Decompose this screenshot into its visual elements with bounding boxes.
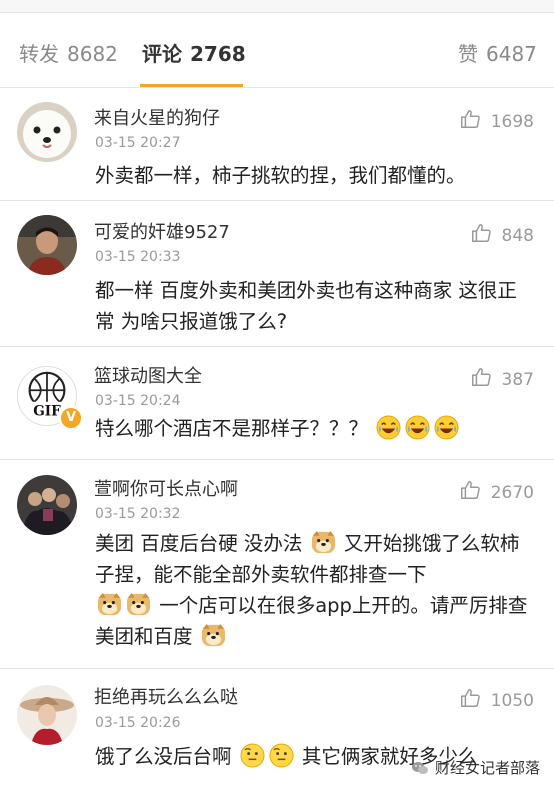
comment-text-part: 特么哪个酒店不是那样子？？？ <box>95 417 369 440</box>
comment-username[interactable]: 篮球动图大全 <box>94 362 202 388</box>
tab-repost-label: 转发 <box>19 42 59 66</box>
like-count: 387 <box>501 369 534 390</box>
comment-text: 美团 百度后台硬 没办法 又开始挑饿了么软柿子捏，能不能全部外卖软件都排查一下 … <box>95 528 535 652</box>
watermark-text: 财经女记者部落 <box>434 759 540 777</box>
group-photo-avatar[interactable] <box>17 475 77 535</box>
watermark: 财经女记者部落 <box>411 757 540 778</box>
status-strip <box>0 0 554 13</box>
comment-text-part: 美团 百度后台硬 没办法 <box>95 532 303 555</box>
tab-comment[interactable]: 评论 2768 <box>142 41 246 67</box>
comment-text: 特么哪个酒店不是那样子？？？ <box>95 413 535 444</box>
woman-hat-avatar[interactable] <box>17 685 77 745</box>
thinking-emoji <box>240 743 265 768</box>
comment-text-part: 饿了么没后台啊 <box>95 745 232 768</box>
comment-time: 03-15 20:24 <box>95 393 181 409</box>
like-count: 848 <box>501 225 534 246</box>
verified-badge: V <box>59 406 83 430</box>
laugh-cry-emoji <box>405 415 430 440</box>
comment-username[interactable]: 萱啊你可长点心啊 <box>94 475 238 501</box>
like-button[interactable]: 848 <box>470 222 534 249</box>
tab-comment-count: 2768 <box>190 42 246 66</box>
like-button[interactable]: 1698 <box>459 108 534 135</box>
comment-time: 03-15 20:33 <box>95 249 181 265</box>
comment-text: 外卖都一样，柿子挑软的捏，我们都懂的。 <box>95 164 466 187</box>
man-photo-avatar[interactable] <box>17 215 77 275</box>
tab-repost-count: 8682 <box>67 42 118 66</box>
comment-username[interactable]: 可爱的奸雄9527 <box>94 218 230 244</box>
doge-emoji <box>311 530 336 555</box>
comment-username[interactable]: 拒绝再玩么么么哒 <box>94 683 238 709</box>
thumbs-up-icon <box>459 479 481 506</box>
gif-label: GIF <box>33 403 61 419</box>
wechat-icon <box>411 759 429 777</box>
comment-username[interactable]: 来自火星的狗仔 <box>94 104 220 130</box>
comment-text-part: 一个店可以在很多app上开的。请严厉排查美团和百度 <box>95 594 528 648</box>
active-tab-indicator <box>140 84 243 87</box>
comment-item: 萱啊你可长点心啊 03-15 20:32 2670 美团 百度后台硬 没办法 又… <box>0 460 554 669</box>
comment-item: 来自火星的狗仔 03-15 20:27 1698 外卖都一样，柿子挑软的捏，我们… <box>0 88 554 201</box>
thumbs-up-icon <box>459 108 481 135</box>
like-button[interactable]: 1050 <box>459 687 534 714</box>
like-count: 1698 <box>490 111 534 132</box>
thumbs-up-icon <box>459 687 481 714</box>
like-button[interactable]: 387 <box>470 366 534 393</box>
comment-time: 03-15 20:32 <box>95 506 181 522</box>
comment-time: 03-15 20:27 <box>95 135 181 151</box>
tab-repost[interactable]: 转发 8682 <box>19 41 118 67</box>
white-dog-avatar[interactable] <box>17 102 77 162</box>
tab-bar: 转发 8682 评论 2768 赞 6487 <box>0 13 554 88</box>
like-count: 1050 <box>490 690 534 711</box>
laugh-cry-emoji <box>376 415 401 440</box>
tab-like-label: 赞 <box>458 42 478 66</box>
laugh-cry-emoji <box>434 415 459 440</box>
doge-emoji <box>126 592 151 617</box>
comment-text: 都一样 百度外卖和美团外卖也有这种商家 这很正常 为啥只报道饿了么? <box>95 279 517 333</box>
like-count: 2670 <box>490 482 534 503</box>
tab-comment-label: 评论 <box>142 42 182 66</box>
tab-like[interactable]: 赞 6487 <box>458 41 537 67</box>
thumbs-up-icon <box>470 366 492 393</box>
thinking-emoji <box>269 743 294 768</box>
comment-item: GIF V 篮球动图大全 03-15 20:24 387 特么哪个酒店不是那样子… <box>0 347 554 460</box>
like-button[interactable]: 2670 <box>459 479 534 506</box>
comment-time: 03-15 20:26 <box>95 715 181 731</box>
comment-item: 可爱的奸雄9527 03-15 20:33 848 都一样 百度外卖和美团外卖也… <box>0 201 554 347</box>
tab-like-count: 6487 <box>486 42 537 66</box>
thumbs-up-icon <box>470 222 492 249</box>
doge-emoji <box>201 623 226 648</box>
doge-emoji <box>97 592 122 617</box>
